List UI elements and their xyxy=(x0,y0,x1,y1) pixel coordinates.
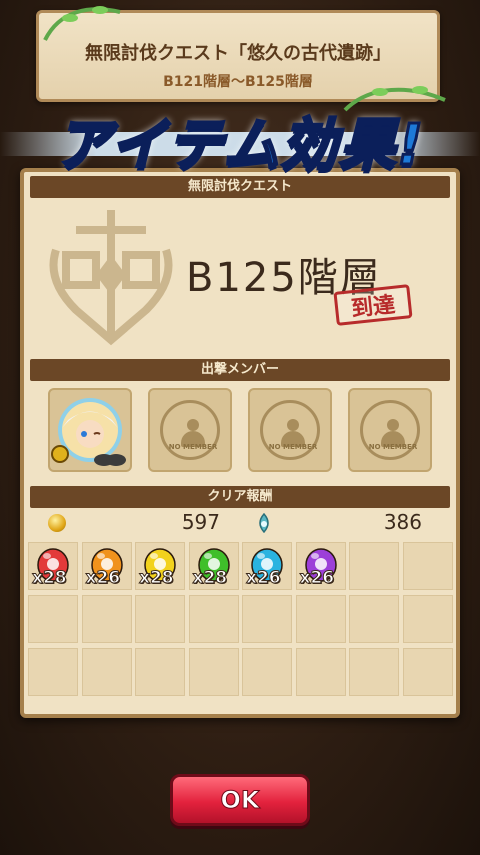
exp-orb-icon xyxy=(259,513,269,533)
members-section-header: 出撃メンバー xyxy=(30,359,450,381)
reward-grid-cell xyxy=(402,595,453,643)
item-count: x28 xyxy=(192,568,228,589)
ok-button[interactable]: OK xyxy=(170,774,310,826)
no-member-label: NO MEMBER xyxy=(268,443,318,451)
reward-grid-cell xyxy=(295,595,346,643)
reward-grid-cell xyxy=(295,648,346,696)
reward-grid-cell xyxy=(402,542,453,590)
reward-grid-cell xyxy=(349,648,399,696)
reward-grid-cell xyxy=(28,648,78,696)
member-slot-1[interactable] xyxy=(48,388,132,472)
item-count: x28 xyxy=(139,568,175,589)
no-member-icon: NO MEMBER xyxy=(260,400,320,460)
no-member-icon: NO MEMBER xyxy=(160,400,220,460)
item-count: x26 xyxy=(85,568,121,589)
reward-grid-cell xyxy=(242,648,292,696)
gold-coin-icon xyxy=(48,514,66,532)
member-slot-3[interactable]: NO MEMBER xyxy=(248,388,332,472)
item-effect-banner: アイテム効果! xyxy=(54,112,425,180)
no-member-label: NO MEMBER xyxy=(168,443,218,451)
item-count: x26 xyxy=(246,568,282,589)
no-member-icon: NO MEMBER xyxy=(360,400,420,460)
vine-decoration-icon xyxy=(43,6,121,41)
reward-grid-cell xyxy=(349,542,399,590)
exp-reward: 386 xyxy=(383,510,422,534)
character-portrait-icon xyxy=(51,398,126,466)
quest-emblem-icon xyxy=(49,210,173,346)
reward-grid-cell xyxy=(402,648,453,696)
reward-grid-cell xyxy=(28,595,78,643)
rewards-section-header: クリア報酬 xyxy=(30,486,450,508)
member-slot-4[interactable]: NO MEMBER xyxy=(348,388,432,472)
reward-grid-cell xyxy=(135,648,185,696)
item-count: x26 xyxy=(299,568,335,589)
gold-reward: 597 xyxy=(181,510,220,534)
member-slot-2[interactable]: NO MEMBER xyxy=(148,388,232,472)
reward-grid-cell xyxy=(135,595,185,643)
reward-grid-cell xyxy=(188,595,239,643)
reward-grid-cell xyxy=(188,648,239,696)
reward-grid-cell xyxy=(242,595,292,643)
no-member-label: NO MEMBER xyxy=(368,443,418,451)
item-count: x28 xyxy=(32,568,68,589)
reward-grid-cell xyxy=(81,595,132,643)
reward-grid-cell xyxy=(81,648,132,696)
reward-grid-cell xyxy=(349,595,399,643)
